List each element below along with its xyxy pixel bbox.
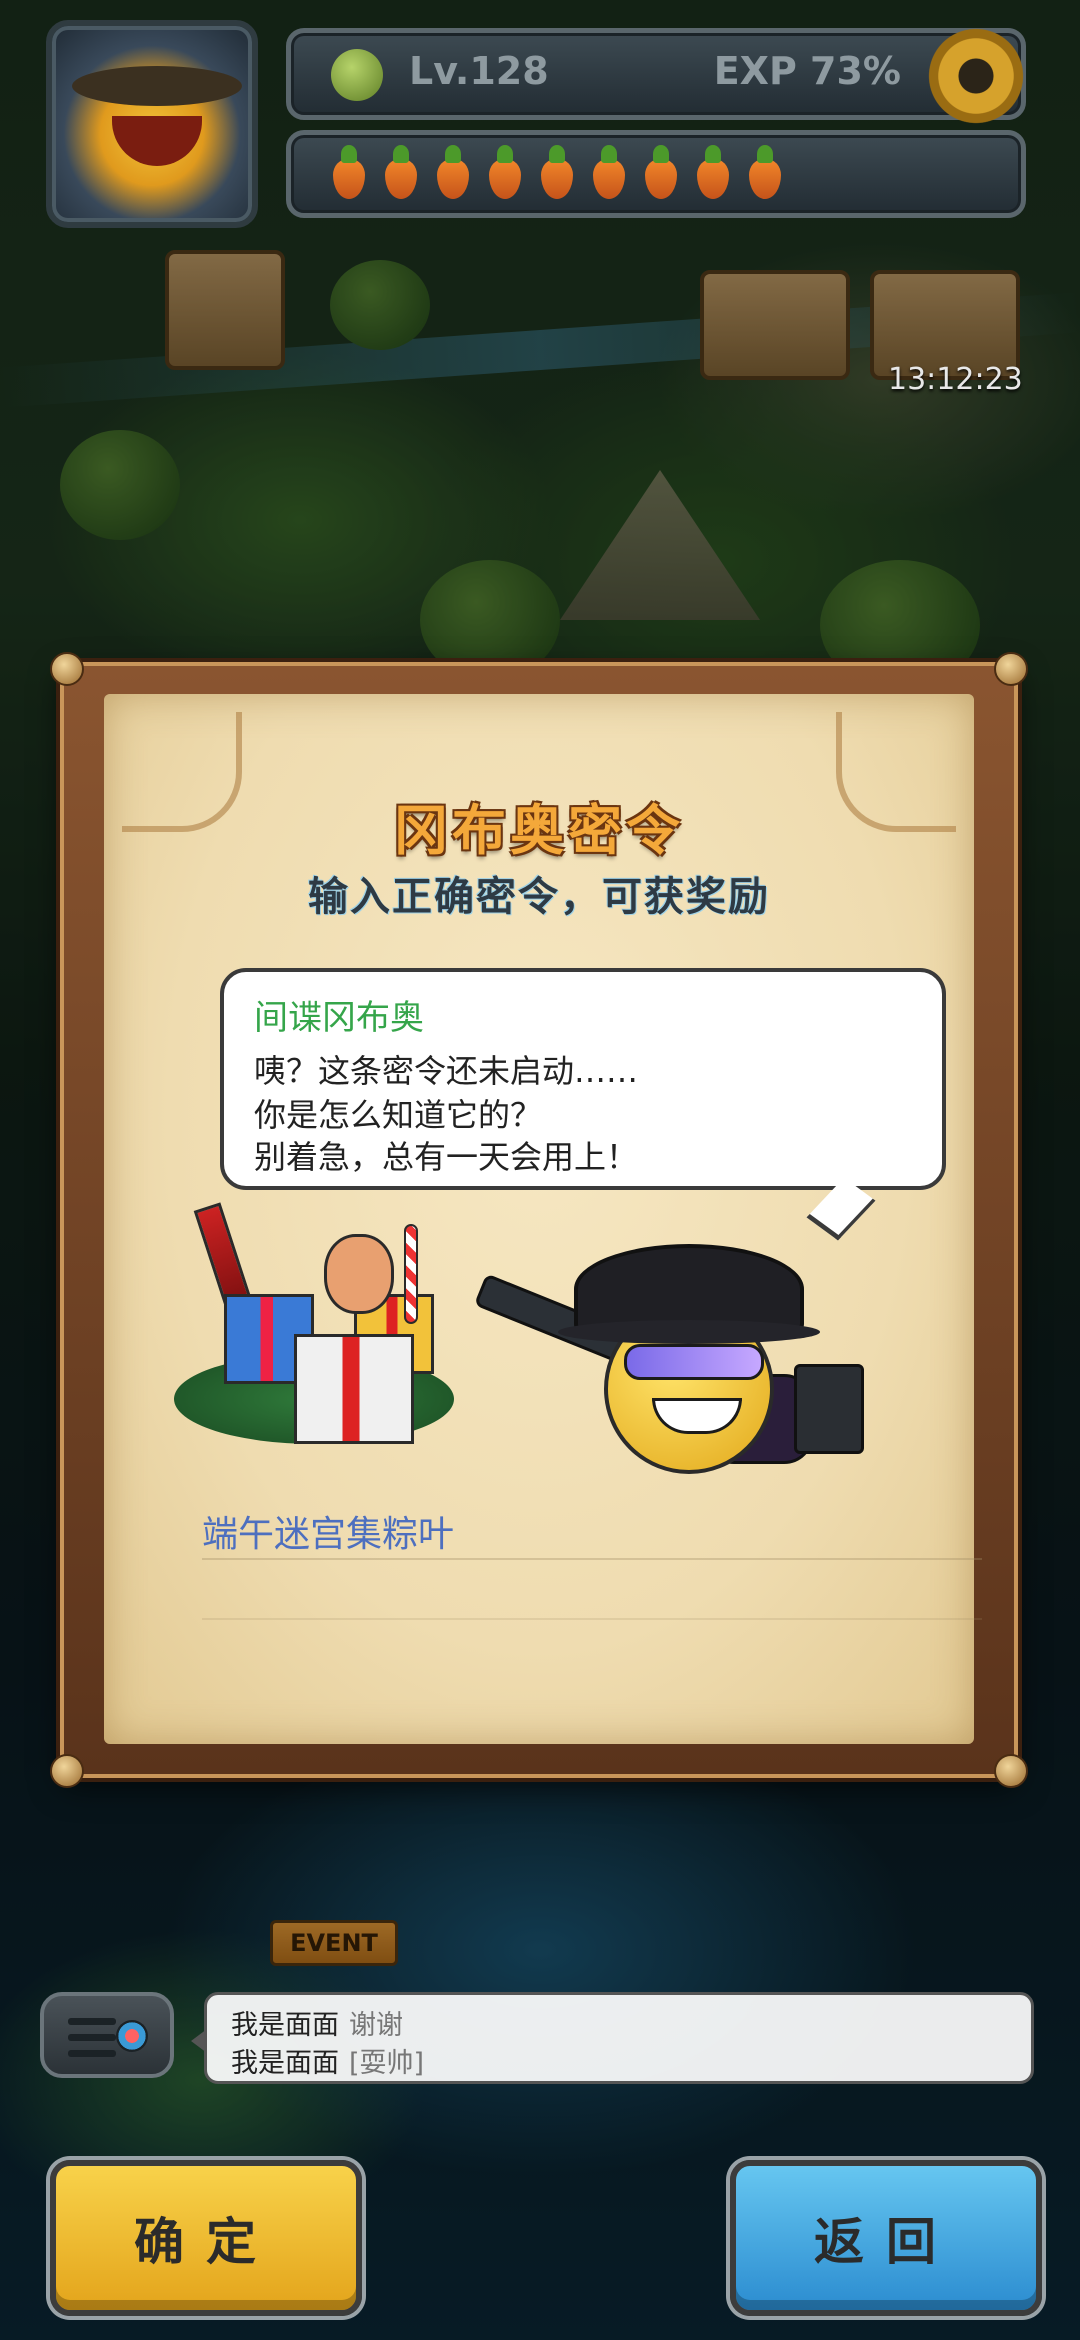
carrot-list xyxy=(327,145,787,201)
chat-icon-knob xyxy=(116,2020,148,2052)
dialog-subtitle: 输入正确密令，可获奖励 xyxy=(308,874,770,920)
stamina-bar xyxy=(286,130,1026,218)
speech-bubble: 间谍冈布奥 咦？这条密令还未启动…… 你是怎么知道它的？ 别着急，总有一天会用上… xyxy=(220,968,946,1241)
player-avatar[interactable] xyxy=(46,20,258,228)
frame-stud xyxy=(994,1754,1028,1788)
chat-icon-line xyxy=(68,2018,116,2025)
carrot-icon xyxy=(379,145,423,201)
gift-pile-illustration xyxy=(154,1202,474,1474)
candy-cane xyxy=(404,1224,418,1324)
frame-stud xyxy=(994,652,1028,686)
dialog-title: 冈布奥密令 xyxy=(394,799,684,862)
exp-text: EXP 73% xyxy=(713,49,901,93)
level-icon xyxy=(331,49,383,101)
spy-gumball-character xyxy=(473,1194,894,1514)
level-bar: Lv.128 EXP 73% xyxy=(286,21,1031,131)
carrot-icon xyxy=(431,145,475,201)
dialog-paper: 冈布奥密令 输入正确密令，可获奖励 间谍冈布奥 咦？这条密令还未启动…… 你是怎… xyxy=(104,694,982,1744)
spy-goggles xyxy=(624,1344,764,1380)
spy-briefcase xyxy=(794,1364,864,1454)
carrot-icon xyxy=(483,145,527,201)
chat-message: 我是面面 谢谢 xyxy=(231,2003,403,2042)
level-text: Lv.128 xyxy=(409,49,549,93)
avatar-hat xyxy=(72,66,242,106)
chat-message: 我是面面 [耍帅] xyxy=(231,2041,424,2080)
gear-icon[interactable] xyxy=(921,21,1031,131)
speaker-name: 间谍冈布奥 xyxy=(254,998,424,1038)
chat-radio-icon[interactable] xyxy=(40,1992,174,2078)
shop-timer: 13:12:23 xyxy=(888,362,1023,397)
frame-stud xyxy=(50,1754,84,1788)
spy-hat xyxy=(558,1244,820,1344)
chat-icon-line xyxy=(68,2034,116,2041)
avatar-mouth xyxy=(112,116,202,166)
chat-sender: 我是面面 xyxy=(231,2010,339,2041)
confirm-button[interactable]: 确定 xyxy=(50,2160,362,2316)
carrot-icon xyxy=(743,145,787,201)
carrot-icon xyxy=(535,145,579,201)
carrot-icon xyxy=(639,145,683,201)
carrot-icon xyxy=(327,145,371,201)
secret-code-input[interactable] xyxy=(202,1504,982,1560)
chat-text: [耍帅] xyxy=(349,2048,425,2079)
back-button[interactable]: 返回 xyxy=(730,2160,1042,2316)
speech-line: 你是怎么知道它的？ xyxy=(254,1096,543,1134)
secret-code-dialog: 冈布奥密令 输入正确密令，可获奖励 间谍冈布奥 咦？这条密令还未启动…… 你是怎… xyxy=(50,652,1028,1788)
carrot-icon xyxy=(691,145,735,201)
chat-preview[interactable]: 我是面面 谢谢 我是面面 [耍帅] xyxy=(191,1992,1034,2084)
gift-box xyxy=(294,1334,414,1444)
input-underline xyxy=(202,1618,982,1620)
speech-line: 别着急，总有一天会用上！ xyxy=(254,1138,639,1176)
carrot-icon xyxy=(587,145,631,201)
chat-icon-line xyxy=(68,2050,116,2057)
teddy-bear xyxy=(324,1234,394,1314)
chat-text: 谢谢 xyxy=(349,2010,403,2041)
frame-stud xyxy=(50,652,84,686)
chat-sender: 我是面面 xyxy=(231,2048,339,2079)
speech-line: 咦？这条密令还未启动…… xyxy=(254,1052,639,1090)
